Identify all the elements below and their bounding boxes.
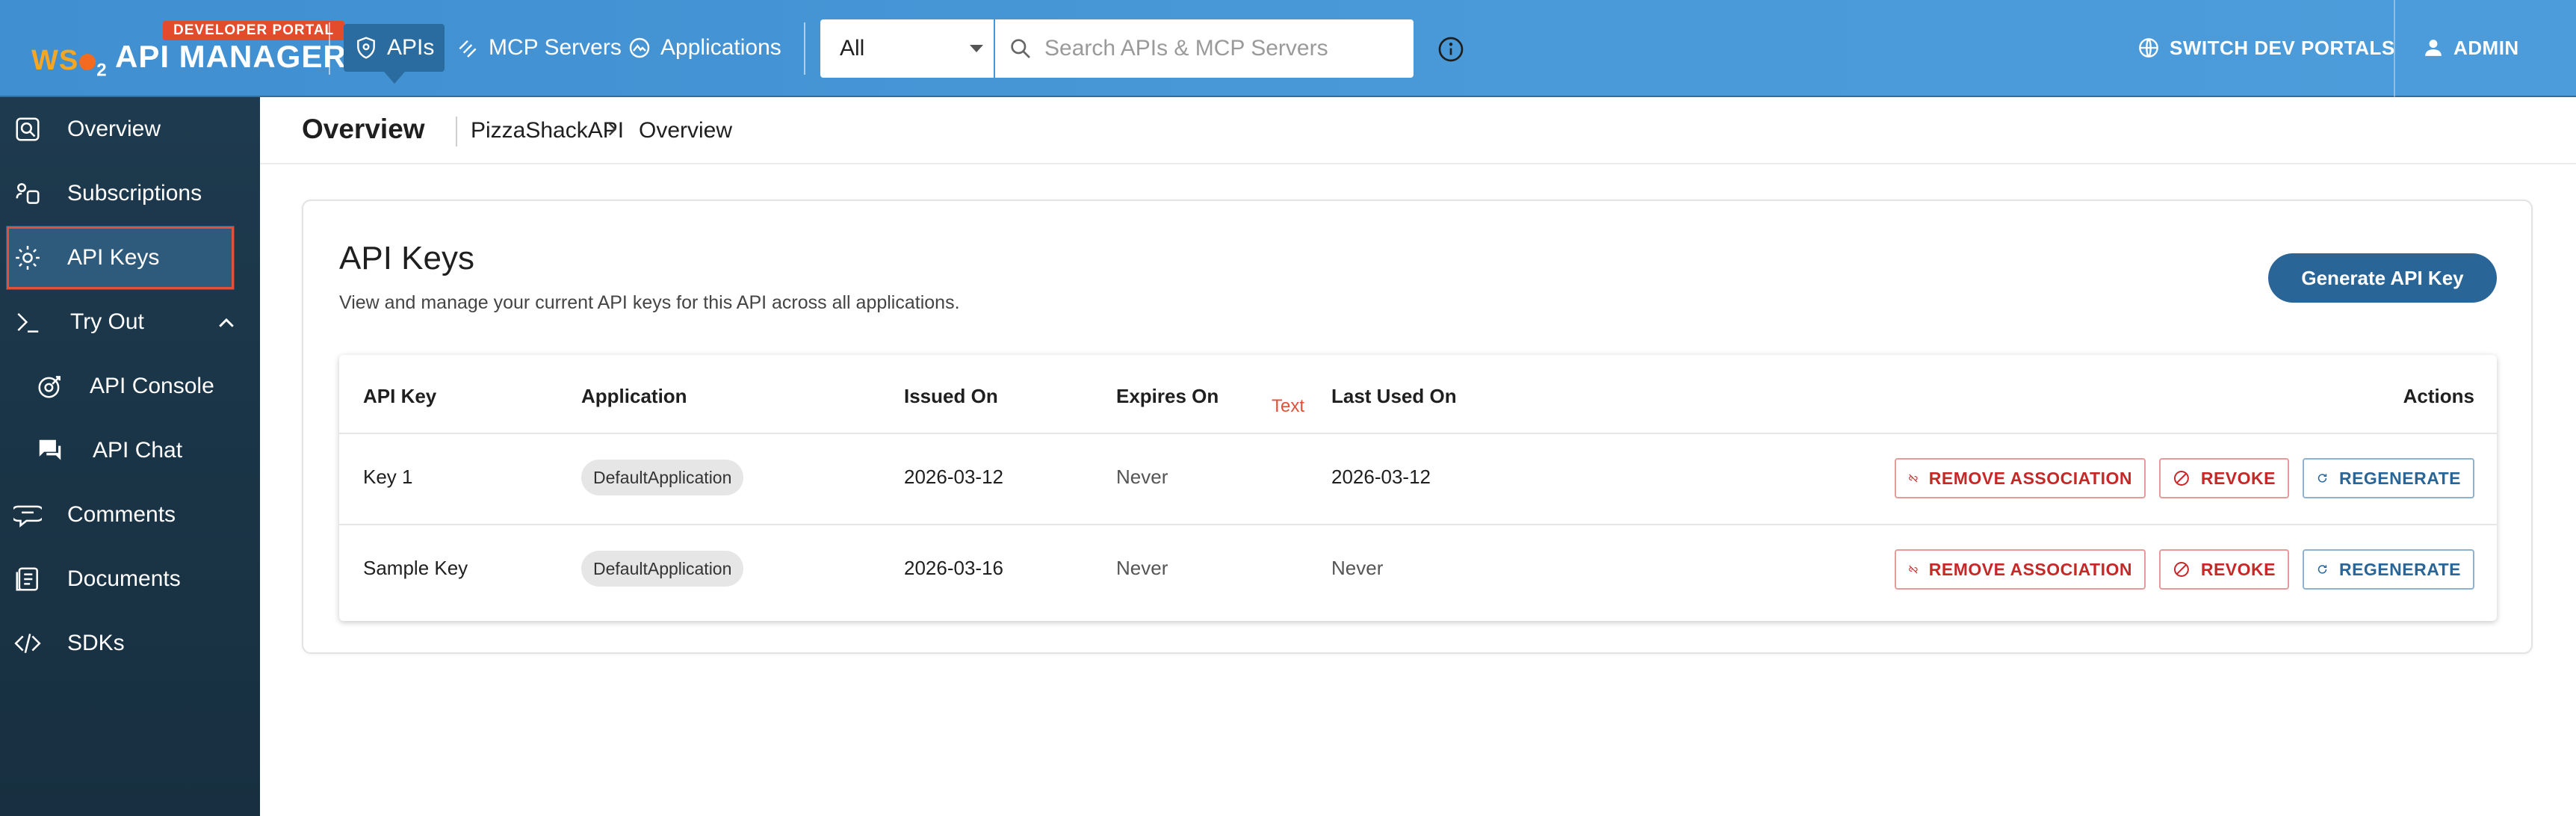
breadcrumb-api-link[interactable]: PizzaShackAPI — [454, 118, 624, 143]
block-icon — [2173, 562, 2189, 577]
section-description: View and manage your current API keys fo… — [339, 292, 960, 313]
search-scope-select[interactable]: All — [820, 19, 994, 78]
sidebar-item-api-keys[interactable]: API Keys — [6, 226, 235, 290]
application-chip: DefaultApplication — [581, 460, 744, 495]
link-off-icon — [1909, 565, 1918, 574]
sidebar-item-comments[interactable]: Comments — [0, 483, 260, 547]
link-off-icon — [1909, 474, 1918, 483]
table-row: Sample Key DefaultApplication 2026-03-16… — [339, 524, 2497, 614]
api-keys-table: API Key Application Issued On Expires On… — [339, 355, 2497, 621]
block-icon — [2173, 471, 2189, 486]
chevron-right-icon — [608, 123, 617, 136]
column-header-api-key: API Key — [363, 385, 437, 407]
chevron-up-icon[interactable] — [215, 312, 238, 335]
switch-dev-portals-button[interactable]: SWITCH DEV PORTALS — [2138, 27, 2395, 69]
application-chip: DefaultApplication — [581, 551, 744, 587]
nav-applications[interactable]: Applications — [617, 24, 792, 72]
issued-on: 2026-03-16 — [904, 557, 1003, 579]
search-input[interactable] — [1044, 36, 1388, 61]
comments-icon — [13, 505, 42, 528]
refresh-icon — [2318, 474, 2327, 483]
sidebar-item-try-out[interactable]: Try Out — [0, 290, 260, 354]
breadcrumb-current: Overview — [639, 118, 733, 143]
search-icon — [1011, 39, 1030, 58]
divider — [329, 22, 330, 75]
product-name: API MANAGER — [115, 39, 347, 74]
divider — [804, 22, 805, 75]
column-header-last-used-on: Last Used On — [1331, 385, 1457, 407]
developer-portal-badge: DEVELOPER PORTAL — [163, 21, 345, 40]
chat-icon — [39, 439, 61, 460]
globe-icon — [2139, 38, 2158, 58]
page-title: Overview — [302, 114, 425, 144]
column-header-application: Application — [581, 385, 687, 407]
table-row: Key 1 DefaultApplication 2026-03-12 Neve… — [339, 433, 2497, 523]
column-header-actions: Actions — [2403, 385, 2474, 407]
sidebar-item-subscriptions[interactable]: Subscriptions — [0, 161, 260, 226]
api-key-name: Key 1 — [363, 466, 413, 488]
applications-icon — [629, 37, 650, 58]
column-header-issued-on: Issued On — [904, 385, 998, 407]
last-used-on: Never — [1331, 557, 1384, 579]
sidebar-item-api-chat[interactable]: API Chat — [0, 418, 260, 483]
console-icon — [38, 376, 61, 398]
column-header-expires-on: Expires On — [1116, 385, 1219, 407]
caret-down-icon — [970, 45, 983, 52]
regenerate-button[interactable]: REGENERATE — [2303, 549, 2474, 590]
subscriptions-icon — [16, 183, 40, 204]
generate-api-key-button[interactable]: Generate API Key — [2268, 253, 2497, 303]
sidebar-item-api-console[interactable]: API Console — [0, 354, 260, 418]
annotation-text: Text — [1272, 396, 1305, 416]
last-used-on: 2026-03-12 — [1331, 466, 1431, 488]
terminal-icon — [17, 313, 39, 333]
regenerate-button[interactable]: REGENERATE — [2303, 458, 2474, 498]
breadcrumb: Overview PizzaShackAPI Overview — [260, 97, 2576, 164]
api-icon — [357, 37, 375, 59]
expires-on: Never — [1116, 557, 1168, 579]
api-keys-card: API Keys View and manage your current AP… — [302, 200, 2533, 654]
api-key-name: Sample Key — [363, 557, 468, 579]
refresh-icon — [2318, 565, 2327, 574]
sidebar-item-documents[interactable]: Documents — [0, 547, 260, 611]
nav-apis[interactable]: APIs — [344, 24, 445, 72]
logo[interactable]: DEVELOPER PORTAL WS 2 API MANAGER — [31, 19, 346, 81]
sidebar-item-sdks[interactable]: SDKs — [0, 611, 260, 676]
user-icon — [2425, 40, 2442, 56]
user-menu-button[interactable]: ADMIN — [2424, 27, 2519, 69]
nav-mcp-servers[interactable]: MCP Servers — [445, 24, 632, 72]
divider — [2394, 0, 2395, 97]
code-icon — [14, 634, 41, 653]
expires-on: Never — [1116, 466, 1168, 488]
revoke-button[interactable]: REVOKE — [2159, 549, 2289, 590]
remove-association-button[interactable]: REMOVE ASSOCIATION — [1895, 458, 2146, 498]
gear-icon — [16, 246, 40, 270]
mcp-icon — [459, 40, 477, 58]
documents-icon — [16, 567, 38, 591]
top-bar: DEVELOPER PORTAL WS 2 API MANAGER APIs MC… — [0, 0, 2576, 97]
remove-association-button[interactable]: REMOVE ASSOCIATION — [1895, 549, 2146, 590]
issued-on: 2026-03-12 — [904, 466, 1003, 488]
wso2-logo: WS 2 — [31, 45, 108, 81]
overview-icon — [16, 117, 40, 141]
section-title: API Keys — [339, 240, 474, 276]
info-icon[interactable] — [1437, 36, 1464, 63]
sidebar-item-overview[interactable]: Overview — [0, 97, 260, 161]
revoke-button[interactable]: REVOKE — [2159, 458, 2289, 498]
sidebar: Overview Subscriptions API Keys Try Out … — [0, 97, 260, 816]
search-field[interactable] — [995, 19, 1414, 78]
